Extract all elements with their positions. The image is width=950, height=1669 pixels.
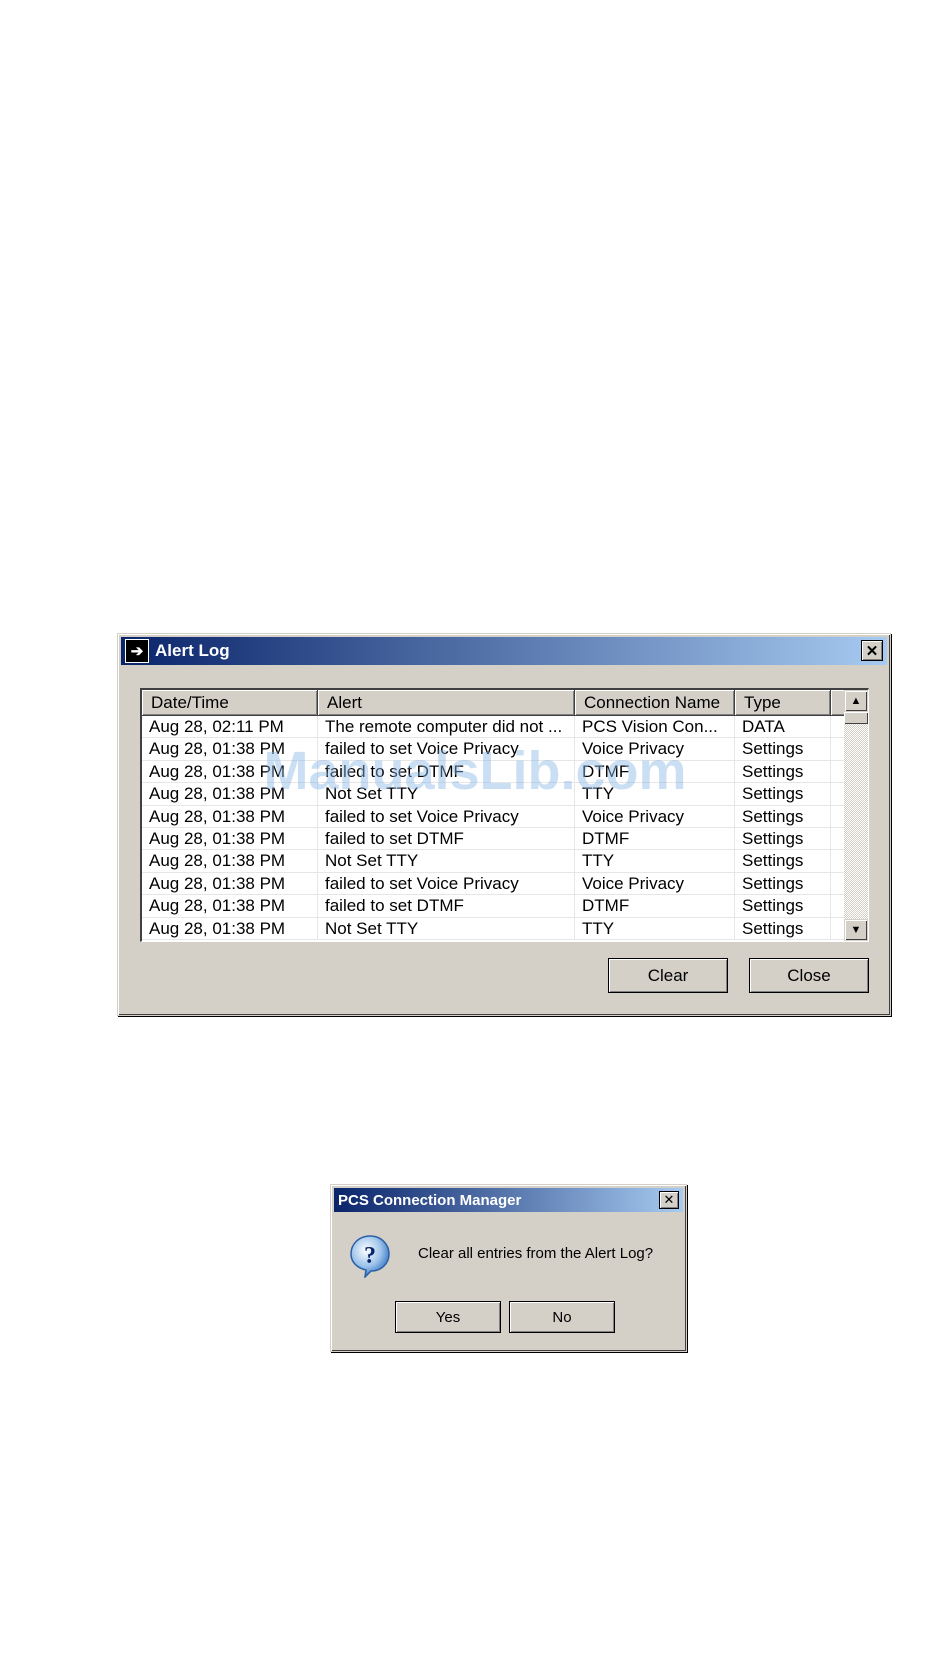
vertical-scrollbar[interactable]: ▲ ▼	[844, 690, 868, 941]
alert-list-body: Aug 28, 02:11 PM The remote computer did …	[142, 716, 868, 940]
cell-connection-name: TTY	[575, 917, 735, 939]
cell-date-time: Aug 28, 01:38 PM	[142, 850, 318, 872]
table-row[interactable]: Aug 28, 01:38 PM failed to set Voice Priv…	[142, 805, 868, 828]
cell-alert: failed to set DTMF	[318, 760, 575, 783]
cell-type: Settings	[735, 783, 831, 805]
scroll-up-icon[interactable]: ▲	[844, 690, 868, 712]
cell-connection-name: Voice Privacy	[575, 872, 735, 895]
column-header-connection-name[interactable]: Connection Name	[575, 690, 735, 716]
column-header-date-time[interactable]: Date/Time	[142, 690, 318, 716]
table-row[interactable]: Aug 28, 01:38 PM failed to set DTMF DTMF Se…	[142, 760, 868, 784]
cell-alert: failed to set Voice Privacy	[318, 872, 575, 895]
cell-alert: failed to set DTMF	[318, 827, 575, 850]
scroll-down-icon[interactable]: ▼	[844, 919, 868, 941]
table-row[interactable]: Aug 28, 01:38 PM failed to set Voice Priv…	[142, 738, 868, 761]
cell-date-time: Aug 28, 01:38 PM	[142, 805, 318, 827]
cell-date-time: Aug 28, 01:38 PM	[142, 895, 318, 917]
table-row[interactable]: Aug 28, 01:38 PM Not Set TTY TTY Settings	[142, 917, 868, 940]
cell-alert: failed to set Voice Privacy	[318, 805, 575, 827]
confirm-titlebar[interactable]: PCS Connection Manager ✕	[334, 1188, 683, 1212]
cell-type: Settings	[735, 872, 831, 895]
question-icon: ?	[350, 1235, 390, 1278]
cell-alert: failed to set DTMF	[318, 895, 575, 917]
table-row[interactable]: Aug 28, 01:38 PM failed to set DTMF DTMF Se…	[142, 895, 868, 918]
close-icon[interactable]: ✕	[861, 640, 883, 661]
table-row[interactable]: Aug 28, 02:11 PM The remote computer did …	[142, 716, 868, 739]
column-header-type[interactable]: Type	[735, 690, 831, 716]
cell-type: Settings	[735, 805, 831, 827]
cell-alert: The remote computer did not ...	[318, 716, 575, 738]
alert-list-header: Date/Time Alert Connection Name Type	[142, 690, 868, 716]
table-row[interactable]: Aug 28, 01:38 PM failed to set Voice Priv…	[142, 872, 868, 896]
cell-date-time: Aug 28, 01:38 PM	[142, 917, 318, 939]
alert-log-titlebar[interactable]: ➔ Alert Log ✕	[121, 637, 887, 665]
yes-button[interactable]: Yes	[395, 1301, 501, 1333]
cell-connection-name: DTMF	[575, 895, 735, 917]
cell-alert: failed to set Voice Privacy	[318, 738, 575, 760]
confirm-title: PCS Connection Manager	[338, 1191, 522, 1209]
confirm-dialog: PCS Connection Manager ✕ ? Clear all ent…	[330, 1184, 687, 1352]
close-button[interactable]: Close	[749, 958, 869, 993]
cell-date-time: Aug 28, 01:38 PM	[142, 760, 318, 783]
column-header-alert[interactable]: Alert	[318, 690, 575, 716]
cell-type: DATA	[735, 716, 831, 738]
alert-log-title: Alert Log	[155, 641, 230, 660]
cell-connection-name: TTY	[575, 783, 735, 805]
arrow-exit-icon: ➔	[125, 639, 149, 663]
cell-date-time: Aug 28, 02:11 PM	[142, 716, 318, 738]
cell-connection-name: DTMF	[575, 827, 735, 850]
cell-type: Settings	[735, 917, 831, 939]
table-row[interactable]: Aug 28, 01:38 PM failed to set DTMF DTMF Se…	[142, 827, 868, 851]
cell-type: Settings	[735, 738, 831, 760]
cell-alert: Not Set TTY	[318, 850, 575, 872]
cell-type: Settings	[735, 760, 831, 783]
alert-log-window: ➔ Alert Log ✕ Date/Time Alert Connection…	[117, 633, 891, 1016]
no-button[interactable]: No	[509, 1301, 615, 1333]
scroll-thumb[interactable]	[844, 712, 868, 724]
cell-alert: Not Set TTY	[318, 917, 575, 939]
table-row[interactable]: Aug 28, 01:38 PM Not Set TTY TTY Settings	[142, 850, 868, 873]
close-icon[interactable]: ✕	[659, 1191, 679, 1209]
cell-connection-name: Voice Privacy	[575, 805, 735, 827]
cell-type: Settings	[735, 850, 831, 872]
cell-date-time: Aug 28, 01:38 PM	[142, 738, 318, 760]
table-row[interactable]: Aug 28, 01:38 PM Not Set TTY TTY Settings	[142, 783, 868, 806]
cell-date-time: Aug 28, 01:38 PM	[142, 872, 318, 895]
clear-button[interactable]: Clear	[608, 958, 728, 993]
cell-alert: Not Set TTY	[318, 783, 575, 805]
cell-date-time: Aug 28, 01:38 PM	[142, 827, 318, 850]
cell-connection-name: PCS Vision Con...	[575, 716, 735, 738]
alert-list[interactable]: Date/Time Alert Connection Name Type Aug…	[140, 688, 869, 942]
cell-connection-name: Voice Privacy	[575, 738, 735, 760]
svg-text:?: ?	[364, 1243, 376, 1269]
confirm-message: Clear all entries from the Alert Log?	[418, 1245, 654, 1262]
cell-date-time: Aug 28, 01:38 PM	[142, 783, 318, 805]
cell-connection-name: DTMF	[575, 760, 735, 783]
cell-type: Settings	[735, 895, 831, 917]
cell-connection-name: TTY	[575, 850, 735, 872]
cell-type: Settings	[735, 827, 831, 850]
